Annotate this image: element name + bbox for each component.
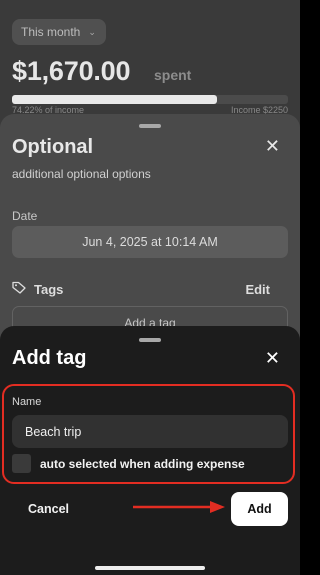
tags-header: Tags [12, 281, 63, 297]
annotation-arrow-icon [133, 501, 225, 513]
optional-subtitle: additional optional options [12, 167, 151, 181]
auto-select-checkbox[interactable] [12, 454, 31, 473]
cancel-button[interactable]: Cancel [28, 502, 69, 516]
tag-icon [12, 281, 27, 297]
tags-label: Tags [34, 281, 64, 297]
sheet-grabber[interactable] [139, 124, 161, 128]
tag-name-input[interactable] [12, 415, 288, 448]
optional-title: Optional [12, 136, 94, 158]
home-indicator[interactable] [95, 566, 205, 570]
close-icon[interactable]: ✕ [265, 136, 280, 157]
date-picker[interactable]: Jun 4, 2025 at 10:14 AM [12, 226, 288, 258]
month-selector-label: This month [21, 25, 81, 39]
add-tag-sheet: Add tag ✕ Name auto selected when adding… [0, 326, 300, 575]
close-icon[interactable]: ✕ [265, 348, 280, 369]
add-tag-title: Add tag [12, 347, 87, 369]
name-label: Name [12, 396, 42, 408]
sheet-grabber[interactable] [139, 338, 161, 342]
income-progress-bar [12, 95, 288, 104]
date-value: Jun 4, 2025 at 10:14 AM [82, 235, 218, 249]
edit-tags-button[interactable]: Edit [245, 282, 270, 297]
spent-label: spent [154, 67, 192, 83]
date-label: Date [12, 209, 38, 223]
spent-amount: $1,670.00 [12, 56, 131, 86]
income-progress-fill [12, 95, 217, 104]
chevron-down-icon: ⌄ [88, 26, 96, 37]
add-button[interactable]: Add [231, 492, 288, 526]
auto-select-label: auto selected when adding expense [40, 456, 245, 471]
month-selector[interactable]: This month ⌄ [12, 19, 106, 45]
add-button-label: Add [247, 502, 272, 516]
auto-select-row[interactable]: auto selected when adding expense [12, 454, 245, 473]
